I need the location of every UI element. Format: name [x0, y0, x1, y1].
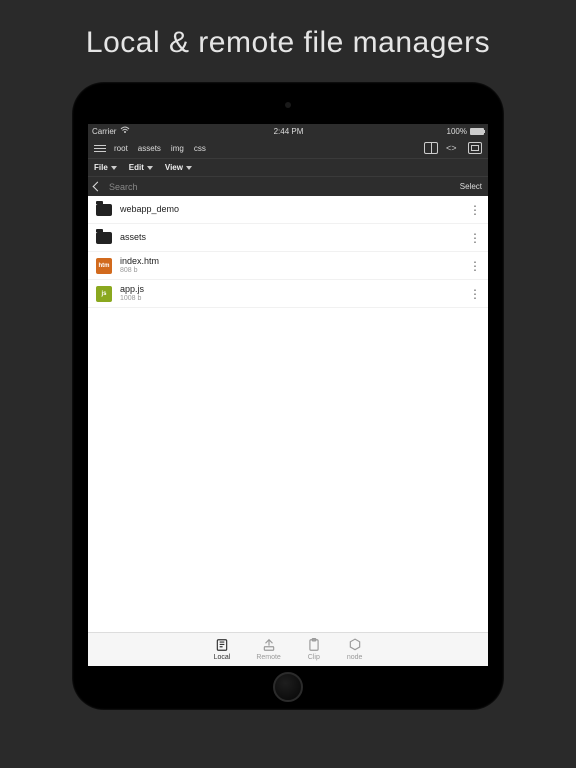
app-top-bar: root assets img css <> [88, 138, 488, 158]
wifi-icon [120, 126, 130, 136]
bottom-tab-bar: Local Remote Clip node [88, 632, 488, 666]
local-icon [215, 638, 229, 652]
crumb-img[interactable]: img [171, 144, 184, 153]
list-item[interactable]: webapp_demo ⋮ [88, 196, 488, 224]
chevron-down-icon [186, 166, 192, 170]
preview-icon[interactable] [468, 142, 482, 154]
crumb-css[interactable]: css [194, 144, 206, 153]
tablet-frame: Carrier 2:44 PM 100% root assets img css… [72, 82, 504, 710]
tab-local[interactable]: Local [214, 638, 231, 661]
menu-view[interactable]: View [165, 163, 192, 172]
back-icon[interactable] [93, 182, 103, 192]
tab-remote[interactable]: Remote [256, 638, 281, 661]
select-button[interactable]: Select [460, 182, 482, 191]
crumb-assets[interactable]: assets [138, 144, 161, 153]
home-button[interactable] [273, 672, 303, 702]
tab-label: Local [214, 654, 231, 661]
tab-node[interactable]: node [347, 638, 363, 661]
file-size: 808 b [120, 267, 159, 275]
search-bar: Search Select [88, 176, 488, 196]
clock-label: 2:44 PM [130, 127, 446, 136]
more-icon[interactable]: ⋮ [469, 231, 480, 245]
list-item[interactable]: js app.js 1008 b ⋮ [88, 280, 488, 308]
file-name: index.htm [120, 256, 159, 266]
folder-icon [96, 232, 112, 244]
crumb-root[interactable]: root [114, 144, 128, 153]
app-screen: Carrier 2:44 PM 100% root assets img css… [88, 124, 488, 666]
more-icon[interactable]: ⋮ [469, 259, 480, 273]
tab-label: Clip [308, 654, 320, 661]
htm-file-icon: htm [96, 258, 112, 274]
battery-icon [470, 128, 484, 135]
file-list: webapp_demo ⋮ assets ⋮ htm index.htm 808… [88, 196, 488, 632]
file-size: 1008 b [120, 295, 144, 303]
file-name: app.js [120, 284, 144, 294]
menu-edit[interactable]: Edit [129, 163, 153, 172]
tab-label: node [347, 654, 363, 661]
js-file-icon: js [96, 286, 112, 302]
menu-bar: File Edit View [88, 158, 488, 176]
device-camera [285, 102, 291, 108]
clip-icon [307, 638, 321, 652]
menu-file[interactable]: File [94, 163, 117, 172]
carrier-label: Carrier [92, 127, 116, 136]
hamburger-icon[interactable] [94, 145, 106, 152]
code-icon[interactable]: <> [446, 142, 460, 154]
remote-icon [262, 638, 276, 652]
folder-icon [96, 204, 112, 216]
ios-status-bar: Carrier 2:44 PM 100% [88, 124, 488, 138]
tab-label: Remote [256, 654, 281, 661]
search-input[interactable]: Search [109, 182, 138, 192]
chevron-down-icon [147, 166, 153, 170]
chevron-down-icon [111, 166, 117, 170]
file-name: webapp_demo [120, 204, 179, 214]
more-icon[interactable]: ⋮ [469, 287, 480, 301]
file-name: assets [120, 232, 146, 242]
more-icon[interactable]: ⋮ [469, 203, 480, 217]
battery-percent: 100% [447, 127, 467, 136]
list-item[interactable]: assets ⋮ [88, 224, 488, 252]
split-view-icon[interactable] [424, 142, 438, 154]
breadcrumb: root assets img css [114, 144, 206, 153]
page-headline: Local & remote file managers [0, 0, 576, 82]
node-icon [348, 638, 362, 652]
tab-clip[interactable]: Clip [307, 638, 321, 661]
list-item[interactable]: htm index.htm 808 b ⋮ [88, 252, 488, 280]
